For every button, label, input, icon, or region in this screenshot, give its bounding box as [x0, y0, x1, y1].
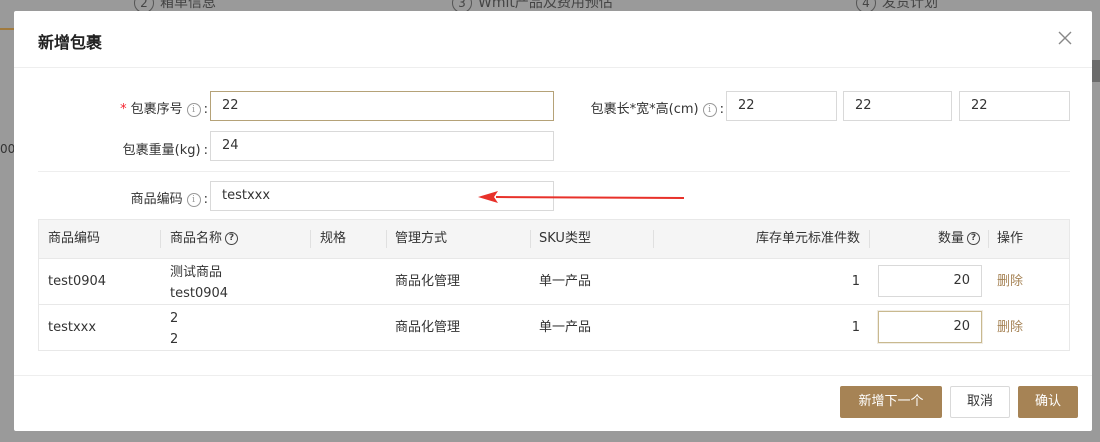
- form-divider: [38, 171, 1070, 172]
- cell-product-name: 22: [170, 308, 178, 350]
- info-icon[interactable]: i: [702, 102, 717, 117]
- delete-link[interactable]: 删除: [997, 259, 1023, 304]
- header-product-name: 商品名称?: [170, 220, 239, 258]
- dimensions-label: 包裹长*宽*高(cm) i:: [590, 102, 724, 117]
- close-icon: [1058, 31, 1072, 45]
- cell-product-code: test0904: [48, 274, 107, 289]
- header-product-name-text: 商品名称: [170, 231, 223, 246]
- background-button: [1092, 60, 1100, 82]
- step-label: 箱单信息: [160, 0, 216, 11]
- cell-product-code: testxxx: [48, 320, 97, 335]
- weight-input[interactable]: 24: [210, 131, 554, 161]
- header-action: 操作: [997, 231, 1024, 246]
- new-package-dialog: 新增包裹 * 包裹序号 i: 22 包裹长*宽*高(cm) i: 22 22 22 包…: [14, 11, 1092, 431]
- header-sku-type: SKU类型: [539, 231, 591, 246]
- step-label: Wmit产品及费用预估: [478, 0, 613, 11]
- product-name-line: 测试商品: [170, 265, 223, 280]
- info-icon[interactable]: i: [186, 102, 201, 117]
- header-quantity-text: 数量: [937, 231, 964, 246]
- package-no-input[interactable]: 22: [210, 91, 554, 121]
- package-no-label: * 包裹序号 i:: [120, 102, 208, 117]
- weight-label-text: 包裹重量(kg): [122, 143, 201, 158]
- background-text: 00: [0, 142, 16, 156]
- required-mark: *: [120, 102, 127, 117]
- dialog-header: 新增包裹: [14, 11, 1092, 68]
- length-input[interactable]: 22: [726, 91, 837, 121]
- help-icon[interactable]: ?: [225, 232, 239, 245]
- dimensions-label-text: 包裹长*宽*高(cm): [590, 102, 699, 117]
- product-code-label-text: 商品编码: [130, 192, 183, 207]
- table-row: testxxx 22 商品化管理 单一产品 1 20 删除: [39, 305, 1069, 350]
- cell-std-count: 1: [851, 320, 860, 335]
- table-row: test0904 测试商品 test0904 商品化管理 单一产品 1 20 删除: [39, 259, 1069, 305]
- width-input[interactable]: 22: [843, 91, 952, 121]
- cell-sku-type: 单一产品: [539, 274, 592, 289]
- header-spec: 规格: [320, 231, 347, 246]
- product-name-line: 2: [170, 311, 179, 326]
- table-header: 商品编码 商品名称? 规格 管理方式 SKU类型 库存单元标准件数 数量? 操作: [39, 220, 1069, 259]
- step-label: 发货计划: [882, 0, 938, 11]
- dialog-footer: 新增下一个 取消 确认: [14, 375, 1092, 432]
- height-input[interactable]: 22: [959, 91, 1070, 121]
- package-no-label-text: 包裹序号: [130, 102, 183, 117]
- cell-product-name: 测试商品 test0904: [170, 262, 228, 304]
- cell-management: 商品化管理: [395, 320, 461, 335]
- close-button[interactable]: [1054, 27, 1076, 49]
- info-icon[interactable]: i: [186, 192, 201, 207]
- cell-management: 商品化管理: [395, 274, 461, 289]
- quantity-input[interactable]: 20: [878, 265, 982, 297]
- confirm-button[interactable]: 确认: [1018, 386, 1078, 418]
- delete-link[interactable]: 删除: [997, 305, 1023, 350]
- product-name-line: test0904: [170, 286, 229, 301]
- add-next-button[interactable]: 新增下一个: [840, 386, 942, 418]
- annotation-arrow-icon: [478, 191, 685, 203]
- product-name-line: 2: [170, 332, 179, 347]
- quantity-input[interactable]: 20: [878, 311, 982, 343]
- header-std-count: 库存单元标准件数: [755, 231, 860, 246]
- cell-std-count: 1: [851, 274, 860, 289]
- weight-label: 包裹重量(kg):: [122, 143, 208, 158]
- header-product-code: 商品编码: [48, 231, 101, 246]
- product-code-label: 商品编码 i:: [130, 192, 208, 207]
- dialog-title: 新增包裹: [38, 33, 103, 52]
- cell-sku-type: 单一产品: [539, 320, 592, 335]
- cancel-button[interactable]: 取消: [950, 386, 1010, 418]
- help-icon[interactable]: ?: [967, 232, 980, 245]
- header-management: 管理方式: [395, 231, 448, 246]
- product-table: 商品编码 商品名称? 规格 管理方式 SKU类型 库存单元标准件数 数量? 操作…: [38, 219, 1070, 351]
- header-quantity: 数量?: [879, 220, 980, 258]
